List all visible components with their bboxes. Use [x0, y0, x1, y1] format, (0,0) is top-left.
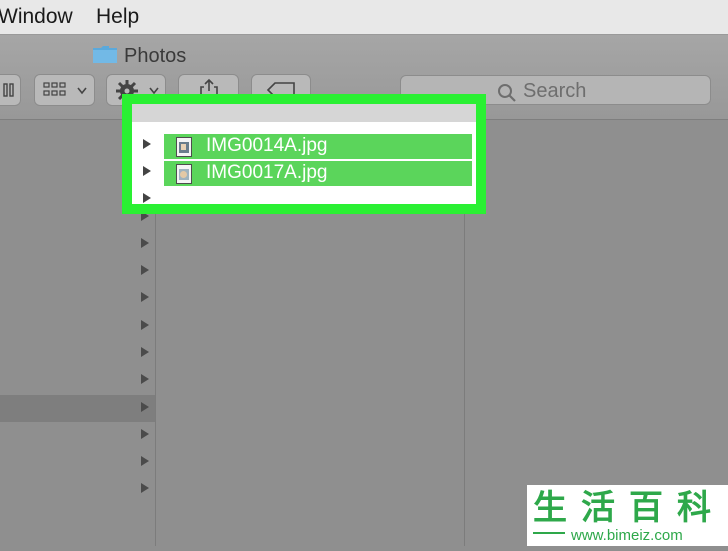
watermark: 生活百科 www.bimeiz.com [527, 485, 728, 546]
file-row[interactable]: IMG0014A.jpg [164, 134, 472, 159]
disclosure-arrow-icon[interactable] [141, 347, 149, 357]
disclosure-arrow-icon[interactable] [141, 292, 149, 302]
disclosure-arrow-icon[interactable] [141, 483, 149, 493]
column-view-button[interactable] [0, 74, 21, 106]
svg-text:www.bimeiz.com: www.bimeiz.com [570, 527, 683, 544]
disclosure-arrow-icon[interactable] [141, 238, 149, 248]
svg-text:生活百科: 生活百科 [533, 488, 725, 528]
image-file-icon [176, 164, 192, 184]
disclosure-arrow-icon[interactable] [141, 402, 149, 412]
chevron-down-icon [77, 87, 87, 95]
menu-help[interactable]: Help [96, 5, 139, 29]
file-name: IMG0014A.jpg [206, 135, 328, 156]
menu-window[interactable]: Window [0, 5, 73, 29]
grid-icon [43, 82, 66, 96]
menu-bar: Window Help [0, 0, 728, 35]
disclosure-arrow-icon[interactable] [141, 374, 149, 384]
disclosure-arrow-icon[interactable] [141, 429, 149, 439]
preview-column [465, 120, 728, 546]
file-list-header [132, 104, 476, 122]
disclosure-arrow-icon[interactable] [143, 166, 151, 176]
file-row[interactable]: IMG0017A.jpg [164, 161, 472, 186]
disclosure-arrow-icon[interactable] [143, 193, 151, 203]
highlighted-file-list: IMG0014A.jpg IMG0017A.jpg [122, 94, 486, 214]
search-icon [498, 84, 516, 102]
search-placeholder: Search [523, 80, 587, 102]
window-title: Photos [124, 45, 187, 67]
folder-icon [93, 46, 117, 63]
watermark-logo: 生活百科 www.bimeiz.com [533, 488, 725, 544]
file-name: IMG0017A.jpg [206, 162, 328, 183]
columns-icon [3, 83, 14, 97]
disclosure-arrow-icon[interactable] [141, 320, 149, 330]
selected-folder-row[interactable] [0, 395, 155, 422]
disclosure-arrow-icon[interactable] [143, 139, 151, 149]
image-file-icon [176, 137, 192, 157]
arrange-button[interactable] [34, 74, 95, 106]
disclosure-arrow-icon[interactable] [141, 456, 149, 466]
disclosure-arrow-icon[interactable] [141, 265, 149, 275]
